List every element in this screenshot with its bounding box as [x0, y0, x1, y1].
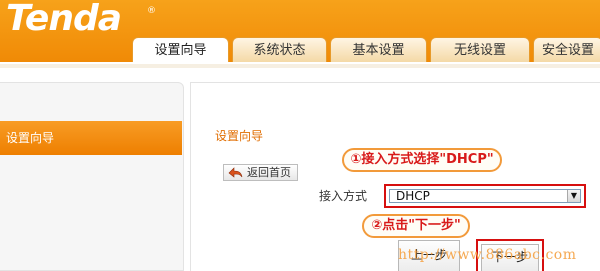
tab-system-status[interactable]: 系统状态 [232, 37, 327, 62]
back-arrow-icon [228, 167, 243, 178]
site-watermark: http://www.886abc.com [398, 247, 577, 263]
top-header: Tenda ® 设置向导 系统状态 基本设置 无线设置 安全设置 [0, 0, 600, 62]
access-method-highlight: DHCP ▼ [384, 184, 586, 208]
back-home-label: 返回首页 [247, 166, 291, 179]
page-title: 设置向导 [215, 129, 264, 143]
registered-mark: ® [147, 6, 156, 16]
back-home-button[interactable]: 返回首页 [223, 164, 298, 181]
access-method-label: 接入方式 [319, 189, 368, 203]
tenda-logo: Tenda [6, 0, 122, 39]
access-method-select[interactable]: DHCP ▼ [389, 189, 581, 203]
annotation-step-2: ②点击"下一步" [362, 214, 470, 238]
tab-basic-settings[interactable]: 基本设置 [330, 37, 427, 62]
chevron-down-icon[interactable]: ▼ [567, 190, 580, 202]
sidebar-item-setup-wizard[interactable]: 设置向导 [0, 121, 182, 155]
tab-security-settings[interactable]: 安全设置 [533, 37, 600, 62]
sidebar: 设置向导 [0, 82, 184, 271]
access-method-value: DHCP [396, 189, 430, 203]
tab-setup-wizard[interactable]: 设置向导 [132, 37, 229, 62]
header-divider [0, 62, 600, 64]
tab-wireless-settings[interactable]: 无线设置 [430, 37, 530, 62]
annotation-step-1: ①接入方式选择"DHCP" [342, 148, 502, 172]
